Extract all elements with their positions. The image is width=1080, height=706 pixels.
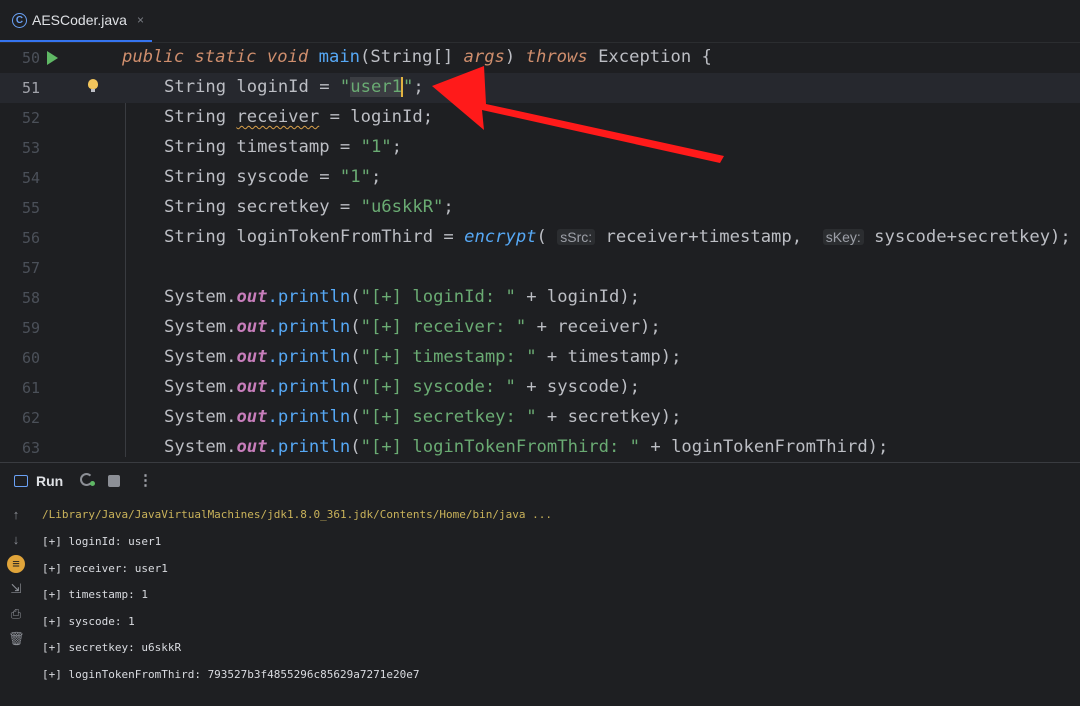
code-text: System.out.println("[+] syscode: " + sys… xyxy=(164,377,641,397)
stop-icon[interactable] xyxy=(108,475,120,487)
console-output-line: [+] timestamp: 1 xyxy=(42,588,148,601)
rerun-icon[interactable] xyxy=(80,473,95,486)
code-text: System.out.println("[+] loginTokenFromTh… xyxy=(164,437,889,457)
console-output-line: [+] loginId: user1 xyxy=(42,535,162,548)
console-side-toolbar: ↑ ↓ ≡ ⇲ ⎙ 🗑 xyxy=(0,499,32,706)
code-text: String timestamp = "1"; xyxy=(164,137,403,157)
run-tab[interactable]: Run xyxy=(14,473,63,489)
editor-tab-bar: C AESCoder.java × xyxy=(0,0,1080,43)
line-number: 55 xyxy=(21,199,40,217)
line-number: 58 xyxy=(21,289,40,307)
param-hint: sSrc: xyxy=(557,229,596,245)
code-line[interactable]: 59 System.out.println("[+] receiver: " +… xyxy=(0,313,1080,343)
scroll-up-icon[interactable]: ↑ xyxy=(8,507,24,523)
line-number: 62 xyxy=(21,409,40,427)
file-tab-aescoder[interactable]: C AESCoder.java × xyxy=(0,0,152,42)
code-line-current[interactable]: 51 String loginId = "user1"; xyxy=(0,73,1080,103)
soft-wrap-icon[interactable]: ≡ xyxy=(7,555,25,573)
code-text: System.out.println("[+] receiver: " + re… xyxy=(164,317,661,337)
console-output-line: [+] syscode: 1 xyxy=(42,615,135,628)
line-number: 59 xyxy=(21,319,40,337)
param-hint: sKey: xyxy=(822,229,864,245)
console-java-path: /Library/Java/JavaVirtualMachines/jdk1.8… xyxy=(42,508,552,521)
code-line[interactable]: 58 System.out.println("[+] loginId: " + … xyxy=(0,283,1080,313)
code-line[interactable]: 50 public static void main(String[] args… xyxy=(0,43,1080,73)
line-number: 61 xyxy=(21,379,40,397)
code-text: System.out.println("[+] loginId: " + log… xyxy=(164,287,641,307)
run-window-icon xyxy=(14,475,28,487)
code-text: System.out.println("[+] secretkey: " + s… xyxy=(164,407,682,427)
code-line-empty[interactable]: 57 xyxy=(0,253,1080,283)
line-number: 50 xyxy=(21,49,40,67)
code-line[interactable]: 60 System.out.println("[+] timestamp: " … xyxy=(0,343,1080,373)
scroll-to-end-icon[interactable]: ⇲ xyxy=(8,581,24,597)
code-line[interactable]: 62 System.out.println("[+] secretkey: " … xyxy=(0,403,1080,433)
line-number: 60 xyxy=(21,349,40,367)
code-line[interactable]: 63 System.out.println("[+] loginTokenFro… xyxy=(0,433,1080,457)
code-line[interactable]: 53 String timestamp = "1"; xyxy=(0,133,1080,163)
line-number: 54 xyxy=(21,169,40,187)
code-line[interactable]: 52 String receiver = loginId; xyxy=(0,103,1080,133)
run-tool-window-header: Run ⋮ xyxy=(0,462,1080,499)
code-line[interactable]: 54 String syscode = "1"; xyxy=(0,163,1080,193)
code-text: public static void main(String[] args) t… xyxy=(122,47,712,67)
print-icon[interactable]: ⎙ xyxy=(8,606,24,622)
code-text: String secretkey = "u6skkR"; xyxy=(164,197,454,217)
close-tab-icon[interactable]: × xyxy=(137,13,144,27)
console-output-line: [+] secretkey: u6skkR xyxy=(42,641,182,654)
code-text: String loginId = "user1"; xyxy=(164,77,424,97)
code-line[interactable]: 55 String secretkey = "u6skkR"; xyxy=(0,193,1080,223)
code-line[interactable]: 61 System.out.println("[+] syscode: " + … xyxy=(0,373,1080,403)
lightbulb-icon[interactable] xyxy=(88,79,98,92)
code-text: String receiver = loginId; xyxy=(164,107,434,127)
run-tab-label: Run xyxy=(36,473,64,489)
code-text: String loginTokenFromThird = encrypt( sS… xyxy=(164,227,1071,247)
clear-all-icon[interactable]: 🗑 xyxy=(8,631,25,647)
line-number: 57 xyxy=(21,259,40,277)
code-line[interactable]: 56 String loginTokenFromThird = encrypt(… xyxy=(0,223,1080,253)
code-editor[interactable]: 50 public static void main(String[] args… xyxy=(0,43,1080,457)
line-number: 53 xyxy=(21,139,40,157)
scroll-down-icon[interactable]: ↓ xyxy=(8,532,24,548)
code-text: String syscode = "1"; xyxy=(164,167,382,187)
console-output-line: [+] receiver: user1 xyxy=(42,562,168,575)
line-number: 51 xyxy=(21,79,40,97)
run-gutter-icon[interactable] xyxy=(47,51,58,65)
line-number: 63 xyxy=(21,439,40,457)
java-class-icon: C xyxy=(12,12,27,28)
console-output-line: [+] loginTokenFromThird: 793527b3f485529… xyxy=(42,668,420,681)
code-text: System.out.println("[+] timestamp: " + t… xyxy=(164,347,682,367)
run-console[interactable]: ↑ ↓ ≡ ⇲ ⎙ 🗑 /Library/Java/JavaVirtualMac… xyxy=(0,499,1080,706)
more-options-icon[interactable]: ⋮ xyxy=(138,471,153,489)
file-tab-label: AESCoder.java xyxy=(32,12,127,28)
line-number: 56 xyxy=(21,229,40,247)
line-number: 52 xyxy=(21,109,40,127)
